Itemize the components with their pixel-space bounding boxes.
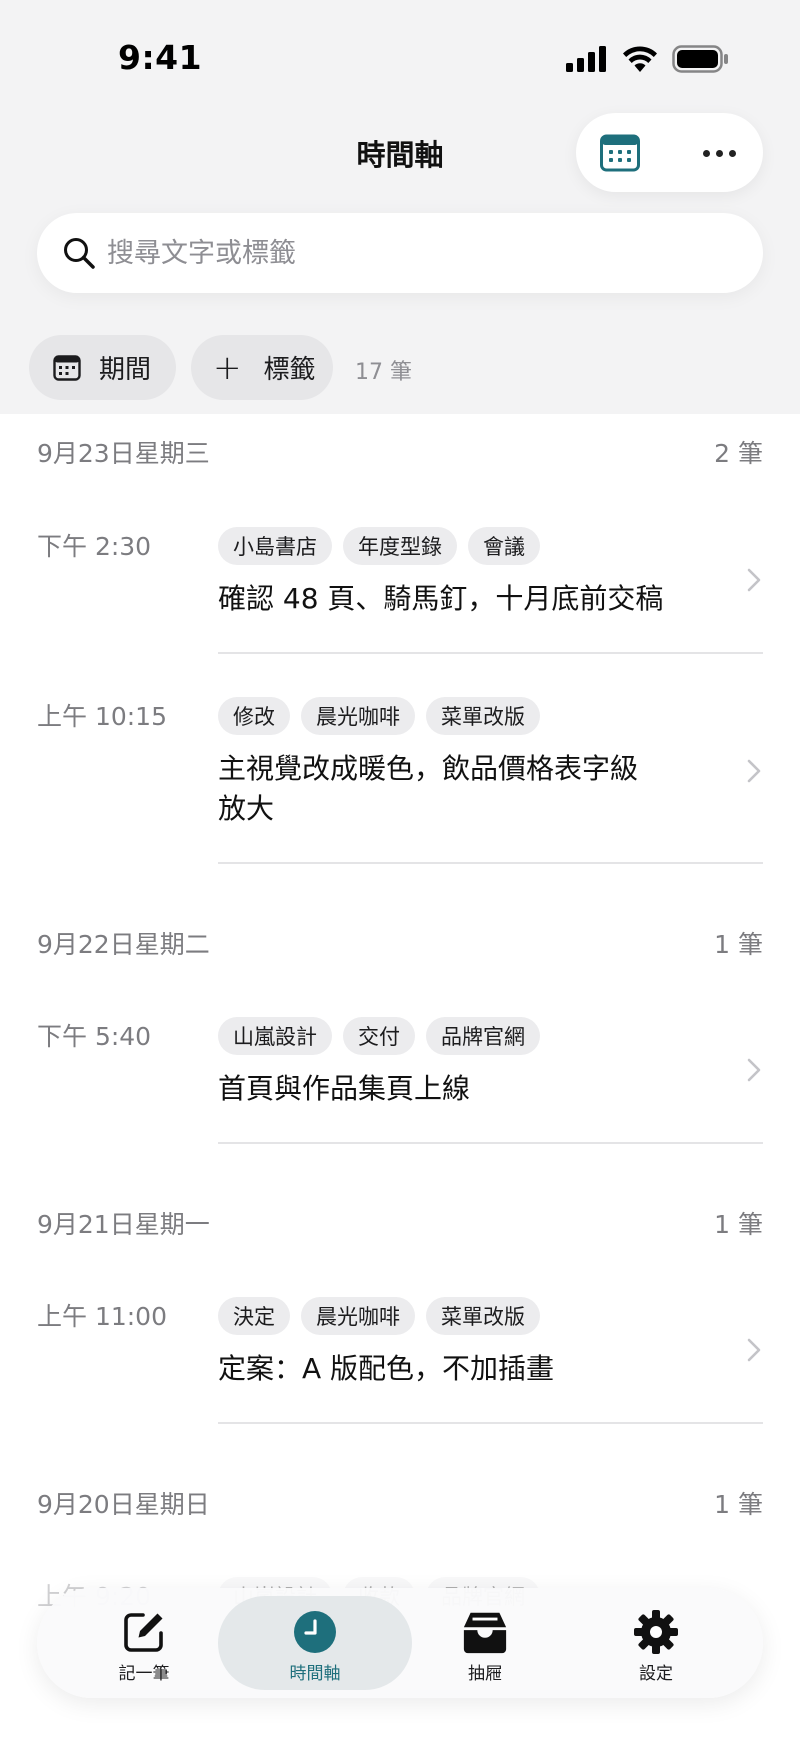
entry-text: 確認 48 頁、騎馬釘，十月底前交稿 [218,582,664,615]
calendar-button[interactable] [598,131,642,175]
entry-tags: 修改 晨光咖啡 菜單改版 [218,697,540,735]
tab-timeline[interactable]: 時間軸 [255,1588,375,1698]
add-tag-filter-button[interactable]: + 標籤 [191,335,333,400]
tag-chip[interactable]: 修改 [218,697,290,735]
day-header: 9月21日星期一 1 筆 [0,1205,800,1245]
tab-compose[interactable]: 記一筆 [84,1588,204,1698]
status-icons [566,44,730,74]
tab-label: 設定 [639,1664,673,1684]
entry-tags: 山嵐設計 交付 品牌官網 [218,1017,540,1055]
day-header: 9月23日星期三 2 筆 [0,434,800,474]
chevron-right-icon [747,568,761,592]
tab-drawer[interactable]: 抽屜 [425,1588,545,1698]
ellipsis-icon [702,149,710,157]
divider [218,1422,763,1424]
entry-tags: 決定 晨光咖啡 菜單改版 [218,1297,540,1335]
day-header: 9月20日星期日 1 筆 [0,1485,800,1525]
period-filter-button[interactable]: 期間 [29,335,176,400]
day-count: 1 筆 [714,1210,763,1239]
search-bar[interactable] [37,213,763,293]
calendar-icon [53,354,81,381]
entry-time: 上午 10:15 [37,702,167,731]
entry-text: 定案：A 版配色，不加插畫 [218,1352,555,1385]
tag-chip[interactable]: 年度型錄 [343,527,457,565]
day-date: 9月20日星期日 [37,1490,210,1519]
day-date: 9月23日星期三 [37,439,210,468]
tab-label: 抽屜 [468,1664,502,1684]
chevron-right-icon [747,1338,761,1362]
tab-settings[interactable]: 設定 [596,1588,716,1698]
more-button[interactable] [694,131,744,175]
entry-text: 首頁與作品集頁上線 [218,1072,471,1105]
day-count: 2 筆 [714,439,763,468]
entry-time: 下午 2:30 [37,532,152,561]
tag-chip[interactable]: 品牌官網 [426,1017,540,1055]
compose-icon [124,1613,163,1652]
entry-tags: 小島書店 年度型錄 會議 [218,527,540,565]
nav-actions [576,113,763,192]
tab-bar: 記一筆 時間軸 抽屜 設定 [37,1588,763,1698]
gear-icon [634,1610,678,1654]
drawer-icon [463,1612,507,1654]
tag-chip[interactable]: 菜單改版 [426,1297,540,1335]
entry-count: 17 筆 [355,360,412,385]
wifi-icon [623,46,657,72]
tag-chip[interactable]: 菜單改版 [426,697,540,735]
plus-icon: + [213,347,242,388]
entry-time: 下午 5:40 [37,1022,152,1051]
tag-chip[interactable]: 山嵐設計 [218,1017,332,1055]
clock-icon [294,1611,336,1653]
tag-chip[interactable]: 會議 [468,527,540,565]
divider [218,1142,763,1144]
status-bar: 9:41 [0,0,800,110]
tab-label: 時間軸 [289,1664,341,1684]
chevron-right-icon [747,759,761,783]
tab-label: 記一筆 [118,1664,170,1684]
day-date: 9月21日星期一 [37,1210,210,1239]
period-filter-label: 期間 [99,355,152,385]
battery-icon [672,45,728,73]
day-header: 9月22日星期二 1 筆 [0,925,800,965]
tag-chip[interactable]: 小島書店 [218,527,332,565]
day-count: 1 筆 [714,1490,763,1519]
status-time: 9:41 [118,38,203,77]
timeline-entry[interactable]: 上午 10:15 修改 晨光咖啡 菜單改版 主視覺改成暖色，飲品價格表字級放大 [0,697,800,877]
cellular-signal-icon [566,46,606,72]
divider [218,652,763,654]
calendar-icon [600,134,640,172]
search-icon [64,238,95,269]
timeline-entry[interactable]: 上午 11:00 決定 晨光咖啡 菜單改版 定案：A 版配色，不加插畫 [0,1297,800,1427]
divider [218,862,763,864]
chevron-right-icon [747,1058,761,1082]
entry-time: 上午 11:00 [37,1302,167,1331]
day-date: 9月22日星期二 [37,930,210,959]
tag-chip[interactable]: 晨光咖啡 [301,1297,415,1335]
day-count: 1 筆 [714,930,763,959]
tag-chip[interactable]: 晨光咖啡 [301,697,415,735]
timeline-entry[interactable]: 下午 5:40 山嵐設計 交付 品牌官網 首頁與作品集頁上線 [0,1017,800,1147]
tag-filter-label: 標籤 [263,355,316,385]
tag-chip[interactable]: 決定 [218,1297,290,1335]
timeline-entry[interactable]: 下午 2:30 小島書店 年度型錄 會議 確認 48 頁、騎馬釘，十月底前交稿 [0,527,800,667]
entry-text: 主視覺改成暖色，飲品價格表字級放大 [218,752,639,825]
tag-chip[interactable]: 交付 [343,1017,415,1055]
search-input[interactable] [107,227,727,279]
